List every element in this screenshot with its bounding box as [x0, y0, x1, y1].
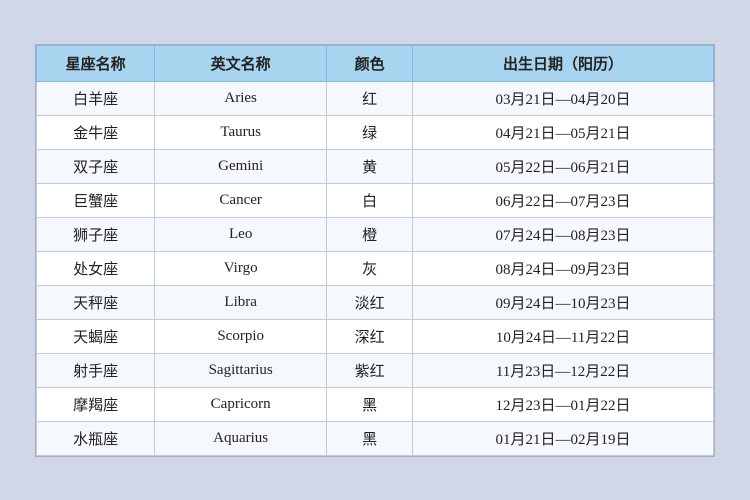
- cell-dates: 06月22日—07月23日: [413, 183, 714, 217]
- cell-english-name: Virgo: [155, 251, 327, 285]
- cell-color: 黑: [327, 421, 413, 455]
- cell-color: 灰: [327, 251, 413, 285]
- cell-dates: 08月24日—09月23日: [413, 251, 714, 285]
- cell-color: 橙: [327, 217, 413, 251]
- cell-color: 白: [327, 183, 413, 217]
- cell-chinese-name: 金牛座: [37, 115, 155, 149]
- cell-chinese-name: 白羊座: [37, 81, 155, 115]
- zodiac-table-wrapper: 星座名称 英文名称 颜色 出生日期（阳历） 白羊座Aries红03月21日—04…: [35, 44, 715, 457]
- cell-english-name: Capricorn: [155, 387, 327, 421]
- cell-english-name: Aries: [155, 81, 327, 115]
- cell-english-name: Libra: [155, 285, 327, 319]
- cell-chinese-name: 狮子座: [37, 217, 155, 251]
- cell-dates: 01月21日—02月19日: [413, 421, 714, 455]
- cell-dates: 10月24日—11月22日: [413, 319, 714, 353]
- cell-english-name: Scorpio: [155, 319, 327, 353]
- cell-color: 深红: [327, 319, 413, 353]
- cell-color: 紫红: [327, 353, 413, 387]
- header-chinese-name: 星座名称: [37, 45, 155, 81]
- cell-color: 红: [327, 81, 413, 115]
- cell-color: 绿: [327, 115, 413, 149]
- cell-dates: 05月22日—06月21日: [413, 149, 714, 183]
- cell-dates: 11月23日—12月22日: [413, 353, 714, 387]
- table-row: 水瓶座Aquarius黑01月21日—02月19日: [37, 421, 714, 455]
- table-row: 双子座Gemini黄05月22日—06月21日: [37, 149, 714, 183]
- cell-english-name: Cancer: [155, 183, 327, 217]
- cell-chinese-name: 摩羯座: [37, 387, 155, 421]
- table-row: 天秤座Libra淡红09月24日—10月23日: [37, 285, 714, 319]
- cell-english-name: Taurus: [155, 115, 327, 149]
- cell-dates: 12月23日—01月22日: [413, 387, 714, 421]
- cell-dates: 09月24日—10月23日: [413, 285, 714, 319]
- table-row: 白羊座Aries红03月21日—04月20日: [37, 81, 714, 115]
- table-row: 巨蟹座Cancer白06月22日—07月23日: [37, 183, 714, 217]
- cell-dates: 07月24日—08月23日: [413, 217, 714, 251]
- cell-color: 淡红: [327, 285, 413, 319]
- header-english-name: 英文名称: [155, 45, 327, 81]
- table-body: 白羊座Aries红03月21日—04月20日金牛座Taurus绿04月21日—0…: [37, 81, 714, 455]
- table-row: 金牛座Taurus绿04月21日—05月21日: [37, 115, 714, 149]
- table-row: 狮子座Leo橙07月24日—08月23日: [37, 217, 714, 251]
- table-row: 天蝎座Scorpio深红10月24日—11月22日: [37, 319, 714, 353]
- cell-chinese-name: 处女座: [37, 251, 155, 285]
- cell-color: 黑: [327, 387, 413, 421]
- header-dates: 出生日期（阳历）: [413, 45, 714, 81]
- cell-english-name: Aquarius: [155, 421, 327, 455]
- cell-color: 黄: [327, 149, 413, 183]
- cell-english-name: Leo: [155, 217, 327, 251]
- table-row: 摩羯座Capricorn黑12月23日—01月22日: [37, 387, 714, 421]
- cell-dates: 03月21日—04月20日: [413, 81, 714, 115]
- table-row: 处女座Virgo灰08月24日—09月23日: [37, 251, 714, 285]
- table-row: 射手座Sagittarius紫红11月23日—12月22日: [37, 353, 714, 387]
- cell-chinese-name: 天蝎座: [37, 319, 155, 353]
- cell-chinese-name: 双子座: [37, 149, 155, 183]
- cell-english-name: Sagittarius: [155, 353, 327, 387]
- cell-chinese-name: 巨蟹座: [37, 183, 155, 217]
- cell-chinese-name: 射手座: [37, 353, 155, 387]
- cell-dates: 04月21日—05月21日: [413, 115, 714, 149]
- cell-chinese-name: 天秤座: [37, 285, 155, 319]
- table-header-row: 星座名称 英文名称 颜色 出生日期（阳历）: [37, 45, 714, 81]
- zodiac-table: 星座名称 英文名称 颜色 出生日期（阳历） 白羊座Aries红03月21日—04…: [36, 45, 714, 456]
- header-color: 颜色: [327, 45, 413, 81]
- cell-chinese-name: 水瓶座: [37, 421, 155, 455]
- cell-english-name: Gemini: [155, 149, 327, 183]
